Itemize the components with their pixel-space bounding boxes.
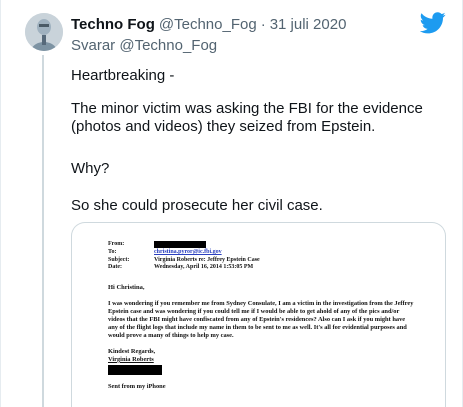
redaction-bar: [154, 241, 206, 248]
tweet-paragraph: The minor victim was asking the FBI for …: [71, 100, 423, 135]
tweet-paragraph: So she could prosecute her civil case.: [71, 197, 323, 214]
reply-context: Svarar @Techno_Fog: [71, 37, 217, 54]
tweet-header: Techno Fog @Techno_Fog · 31 juli 2020: [71, 14, 346, 34]
email-from-row: From:: [108, 241, 438, 249]
email-subject-value: Virginia Roberts re: Jeffrey Epstein Cas…: [154, 256, 260, 263]
attached-image[interactable]: From: To: christina.pyror@ic.fbi.gov Sub…: [71, 222, 446, 407]
email-signature-name: Virginia Roberts: [108, 355, 154, 363]
email-greeting: Hi Christina,: [108, 283, 145, 291]
thread-line: [42, 55, 44, 407]
avatar-image: [25, 13, 63, 51]
header-separator: ·: [260, 15, 266, 33]
email-sent-from: Sent from my iPhone: [108, 382, 166, 390]
tweet-paragraph: Heartbreaking -: [71, 67, 175, 84]
email-to-row: To: christina.pyror@ic.fbi.gov: [108, 249, 438, 257]
email-to-value: christina.pyror@ic.fbi.gov: [154, 249, 222, 256]
email-from-value: [154, 241, 438, 249]
reply-mention[interactable]: @Techno_Fog: [119, 37, 217, 54]
tweet-date[interactable]: 31 juli 2020: [270, 16, 347, 33]
email-closing: Kindest Regards,: [108, 347, 156, 355]
email-subject-row: Subject: Virginia Roberts re: Jeffrey Ep…: [108, 257, 438, 265]
tweet-paragraph: Why?: [71, 160, 110, 177]
twitter-bird-icon[interactable]: [420, 12, 446, 34]
email-from-label: From:: [108, 241, 125, 247]
author-handle[interactable]: @Techno_Fog: [159, 16, 257, 33]
email-subject-label: Subject:: [108, 256, 130, 263]
email-to-label: To:: [108, 249, 117, 256]
email-date-value: Wednesday, April 16, 2014 1:53:05 PM: [154, 264, 254, 271]
author-name[interactable]: Techno Fog: [71, 16, 155, 33]
reply-prefix: Svarar: [71, 37, 116, 54]
email-screenshot: From: To: christina.pyror@ic.fbi.gov Sub…: [108, 241, 438, 390]
tweet-card: Techno Fog @Techno_Fog · 31 juli 2020 Sv…: [0, 0, 463, 407]
email-body: I was wondering if you remember me from …: [108, 299, 414, 339]
email-date-row: Date: Wednesday, April 16, 2014 1:53:05 …: [108, 264, 438, 272]
email-date-label: Date:: [108, 264, 122, 271]
redaction-bar: [108, 364, 162, 375]
avatar[interactable]: [25, 13, 63, 51]
